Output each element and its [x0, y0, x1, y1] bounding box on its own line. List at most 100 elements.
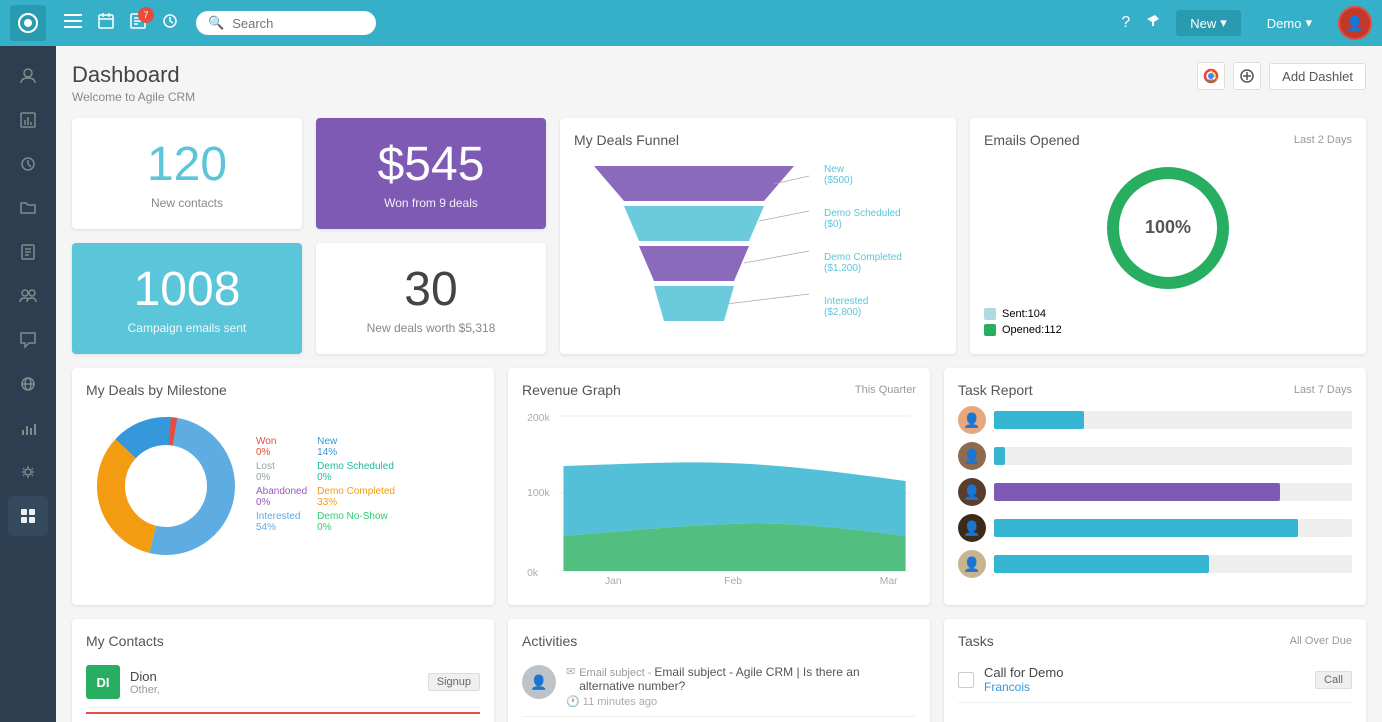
search-icon: 🔍 — [208, 15, 224, 31]
help-icon[interactable]: ? — [1121, 14, 1130, 32]
main-content: Dashboard Welcome to Agile CRM Add Dashl… — [56, 46, 1382, 722]
opened-legend-color — [984, 324, 996, 336]
activity-avatar-1: 👤 — [522, 665, 556, 699]
task-link[interactable]: Francois — [984, 680, 1305, 694]
won-label: Won from 9 deals — [332, 196, 530, 210]
funnel-title: My Deals Funnel — [574, 132, 942, 148]
activity-item-1: 👤 ✉ Email subject - Email subject - Agil… — [522, 657, 916, 717]
sidebar-item-docs[interactable] — [8, 232, 48, 272]
contact-detail: Other, — [130, 684, 418, 696]
tasks-title: Tasks — [958, 633, 994, 649]
tasks-icon[interactable]: 7 — [130, 13, 146, 34]
task-avatar-5: 👤 — [958, 550, 986, 578]
task-avatar-2: 👤 — [958, 442, 986, 470]
task-report-card: Task Report Last 7 Days 👤 👤 👤 — [944, 368, 1366, 605]
sidebar-item-globe[interactable] — [8, 364, 48, 404]
sidebar-item-team[interactable] — [8, 276, 48, 316]
task-track-4 — [994, 519, 1352, 537]
sidebar-item-contacts[interactable] — [8, 56, 48, 96]
topnav-right: ? New ▾ Demo ▾ 👤 — [1121, 6, 1372, 40]
deals-milestone-card: My Deals by Milestone — [72, 368, 494, 605]
svg-text:0k: 0k — [527, 568, 539, 579]
task-fill-1 — [994, 411, 1084, 429]
sidebar-item-chat[interactable] — [8, 320, 48, 360]
sent-label: Sent:104 — [1002, 308, 1046, 320]
sidebar-item-dashboard[interactable] — [8, 496, 48, 536]
task-fill-5 — [994, 555, 1209, 573]
won-amount: $545 — [332, 137, 530, 192]
contact-name: Dion — [130, 669, 418, 684]
tasks-card: Tasks All Over Due Call for Demo Francoi… — [944, 619, 1366, 722]
page-subtitle: Welcome to Agile CRM — [72, 90, 195, 104]
sidebar-item-reports[interactable] — [8, 100, 48, 140]
task-bar-1: 👤 — [958, 406, 1352, 434]
calendar-icon[interactable] — [98, 13, 114, 34]
sidebar — [0, 46, 56, 722]
emails-period: Last 2 Days — [1294, 134, 1352, 146]
svg-text:100k: 100k — [527, 488, 550, 499]
search-container: 🔍 — [196, 11, 376, 35]
page-header: Dashboard Welcome to Agile CRM Add Dashl… — [72, 62, 1366, 104]
sidebar-item-settings[interactable] — [8, 452, 48, 492]
add-dashlet-button[interactable]: Add Dashlet — [1269, 63, 1366, 90]
pin-icon[interactable] — [1146, 14, 1160, 33]
svg-text:200k: 200k — [527, 413, 550, 424]
new-deals-card: 30 New deals worth $5,318 — [316, 243, 546, 354]
task-fill-2 — [994, 447, 1005, 465]
task-avatar-3: 👤 — [958, 478, 986, 506]
task-call-button[interactable]: Call — [1315, 671, 1352, 689]
svg-text:Jan: Jan — [605, 576, 622, 586]
history-icon[interactable] — [162, 13, 178, 34]
campaign-label: Campaign emails sent — [88, 321, 286, 335]
svg-text:Feb: Feb — [724, 576, 742, 586]
sent-legend-color — [984, 308, 996, 320]
user-avatar[interactable]: 👤 — [1338, 6, 1372, 40]
chrome-icon — [1197, 62, 1225, 90]
task-item: Call for Demo Francois Call — [958, 657, 1352, 703]
sidebar-item-folder[interactable] — [8, 188, 48, 228]
task-track-3 — [994, 483, 1352, 501]
new-button[interactable]: New ▾ — [1176, 10, 1241, 36]
task-fill-3 — [994, 483, 1280, 501]
funnel-card: My Deals Funnel — [560, 118, 956, 354]
contact-item: DI Dion Other, Signup — [86, 657, 480, 708]
task-checkbox[interactable] — [958, 672, 974, 688]
app-logo — [10, 5, 46, 41]
add-dashlet-icon-circle[interactable] — [1233, 62, 1261, 90]
won-deals-card: $545 Won from 9 deals — [316, 118, 546, 229]
dashboard-layout: 120 New contacts $545 Won from 9 deals M… — [72, 118, 1366, 722]
task-info: Call for Demo Francois — [984, 665, 1305, 694]
task-badge: 7 — [138, 7, 154, 23]
row1: 120 New contacts $545 Won from 9 deals M… — [72, 118, 1366, 354]
opened-label: Opened:112 — [1002, 324, 1062, 336]
page-title: Dashboard — [72, 62, 195, 88]
activity-text-1: Email subject - Email subject - Agile CR… — [579, 665, 916, 693]
my-contacts-card: My Contacts DI Dion Other, Signup — [72, 619, 494, 722]
revenue-period: This Quarter — [855, 384, 916, 396]
task-track-1 — [994, 411, 1352, 429]
activities-title: Activities — [522, 633, 916, 649]
nav-icons: 7 — [64, 13, 178, 34]
deals-milestone-title: My Deals by Milestone — [86, 382, 480, 398]
new-contacts-label: New contacts — [88, 196, 286, 210]
campaign-number: 1008 — [88, 262, 286, 317]
search-input[interactable] — [232, 16, 364, 31]
menu-icon[interactable] — [64, 14, 82, 33]
demo-button[interactable]: Demo ▾ — [1257, 10, 1322, 36]
sidebar-item-analytics[interactable] — [8, 408, 48, 448]
emails-opened-card: Emails Opened Last 2 Days 100% Sent:104 — [970, 118, 1366, 354]
activities-card: Activities 👤 ✉ Email subject - Email sub… — [508, 619, 930, 722]
header-actions: Add Dashlet — [1197, 62, 1366, 90]
task-avatar-4: 👤 — [958, 514, 986, 542]
emails-opened-title: Emails Opened — [984, 132, 1080, 148]
contact-signup-button[interactable]: Signup — [428, 673, 480, 691]
my-contacts-title: My Contacts — [86, 633, 480, 649]
task-bar-2: 👤 — [958, 442, 1352, 470]
task-report-title: Task Report — [958, 382, 1033, 398]
task-report-period: Last 7 Days — [1294, 384, 1352, 396]
new-deals-number: 30 — [332, 262, 530, 317]
milestone-legend: Won0% Lost0% Abandoned0% Interested54% — [256, 436, 307, 536]
sidebar-item-deals[interactable] — [8, 144, 48, 184]
campaign-emails-card: 1008 Campaign emails sent — [72, 243, 302, 354]
task-bar-4: 👤 — [958, 514, 1352, 542]
